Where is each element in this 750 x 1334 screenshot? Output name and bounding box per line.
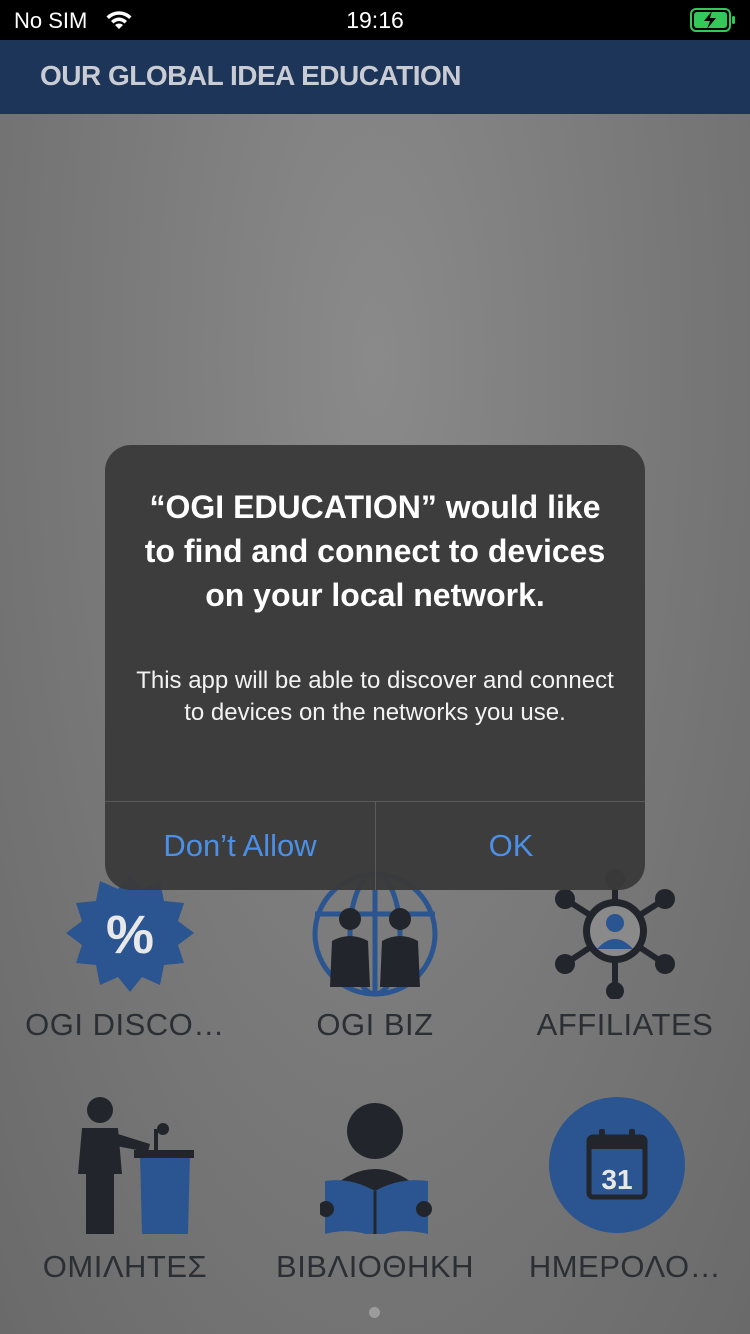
app-title: OUR GLOBAL IDEA EDUCATION <box>40 60 461 91</box>
local-network-permission-alert: “OGI EDUCATION” would like to find and c… <box>105 445 645 890</box>
calendar-day: 31 <box>601 1164 632 1195</box>
tile-label: AFFILIATES <box>536 1007 714 1042</box>
tile-speakers[interactable]: ΟΜΙΛΗΤΕΣ <box>0 1094 250 1294</box>
tile-label: ΟΜΙΛΗΤΕΣ <box>42 1249 208 1284</box>
page-indicator-dot <box>369 1307 380 1318</box>
alert-message: This app will be able to discover and co… <box>136 667 614 726</box>
battery-charging-icon <box>690 8 735 32</box>
tile-label: ΗΜΕΡΟΛΟ… <box>528 1249 722 1284</box>
tile-calendar[interactable]: 31 ΗΜΕΡΟΛΟ… <box>500 1094 750 1294</box>
tile-ogi-biz[interactable]: OGI BIZ <box>250 869 500 1099</box>
reader-book-icon <box>320 1103 432 1234</box>
ok-button[interactable]: OK <box>376 802 645 890</box>
tile-library[interactable]: ΒΙΒΛΙΟΘΗΚΗ <box>250 1094 500 1294</box>
tile-label: OGI BIZ <box>316 1007 434 1042</box>
status-time: 19:16 <box>346 7 404 33</box>
tile-label: ΒΙΒΛΙΟΘΗΚΗ <box>276 1249 474 1284</box>
discount-symbol: % <box>106 905 154 965</box>
calendar-icon: 31 <box>549 1097 685 1233</box>
tile-ogi-discount[interactable]: % OGI DISCO… <box>0 869 250 1099</box>
status-bar: No SIM 19:16 <box>0 0 750 40</box>
app-header: OUR GLOBAL IDEA EDUCATION <box>0 40 750 114</box>
dont-allow-button[interactable]: Don’t Allow <box>105 802 375 890</box>
tile-affiliates[interactable]: AFFILIATES <box>500 869 750 1099</box>
tile-label: OGI DISCO… <box>25 1007 225 1042</box>
speaker-podium-icon <box>78 1097 194 1234</box>
alert-title: “OGI EDUCATION” would like to find and c… <box>144 489 606 613</box>
